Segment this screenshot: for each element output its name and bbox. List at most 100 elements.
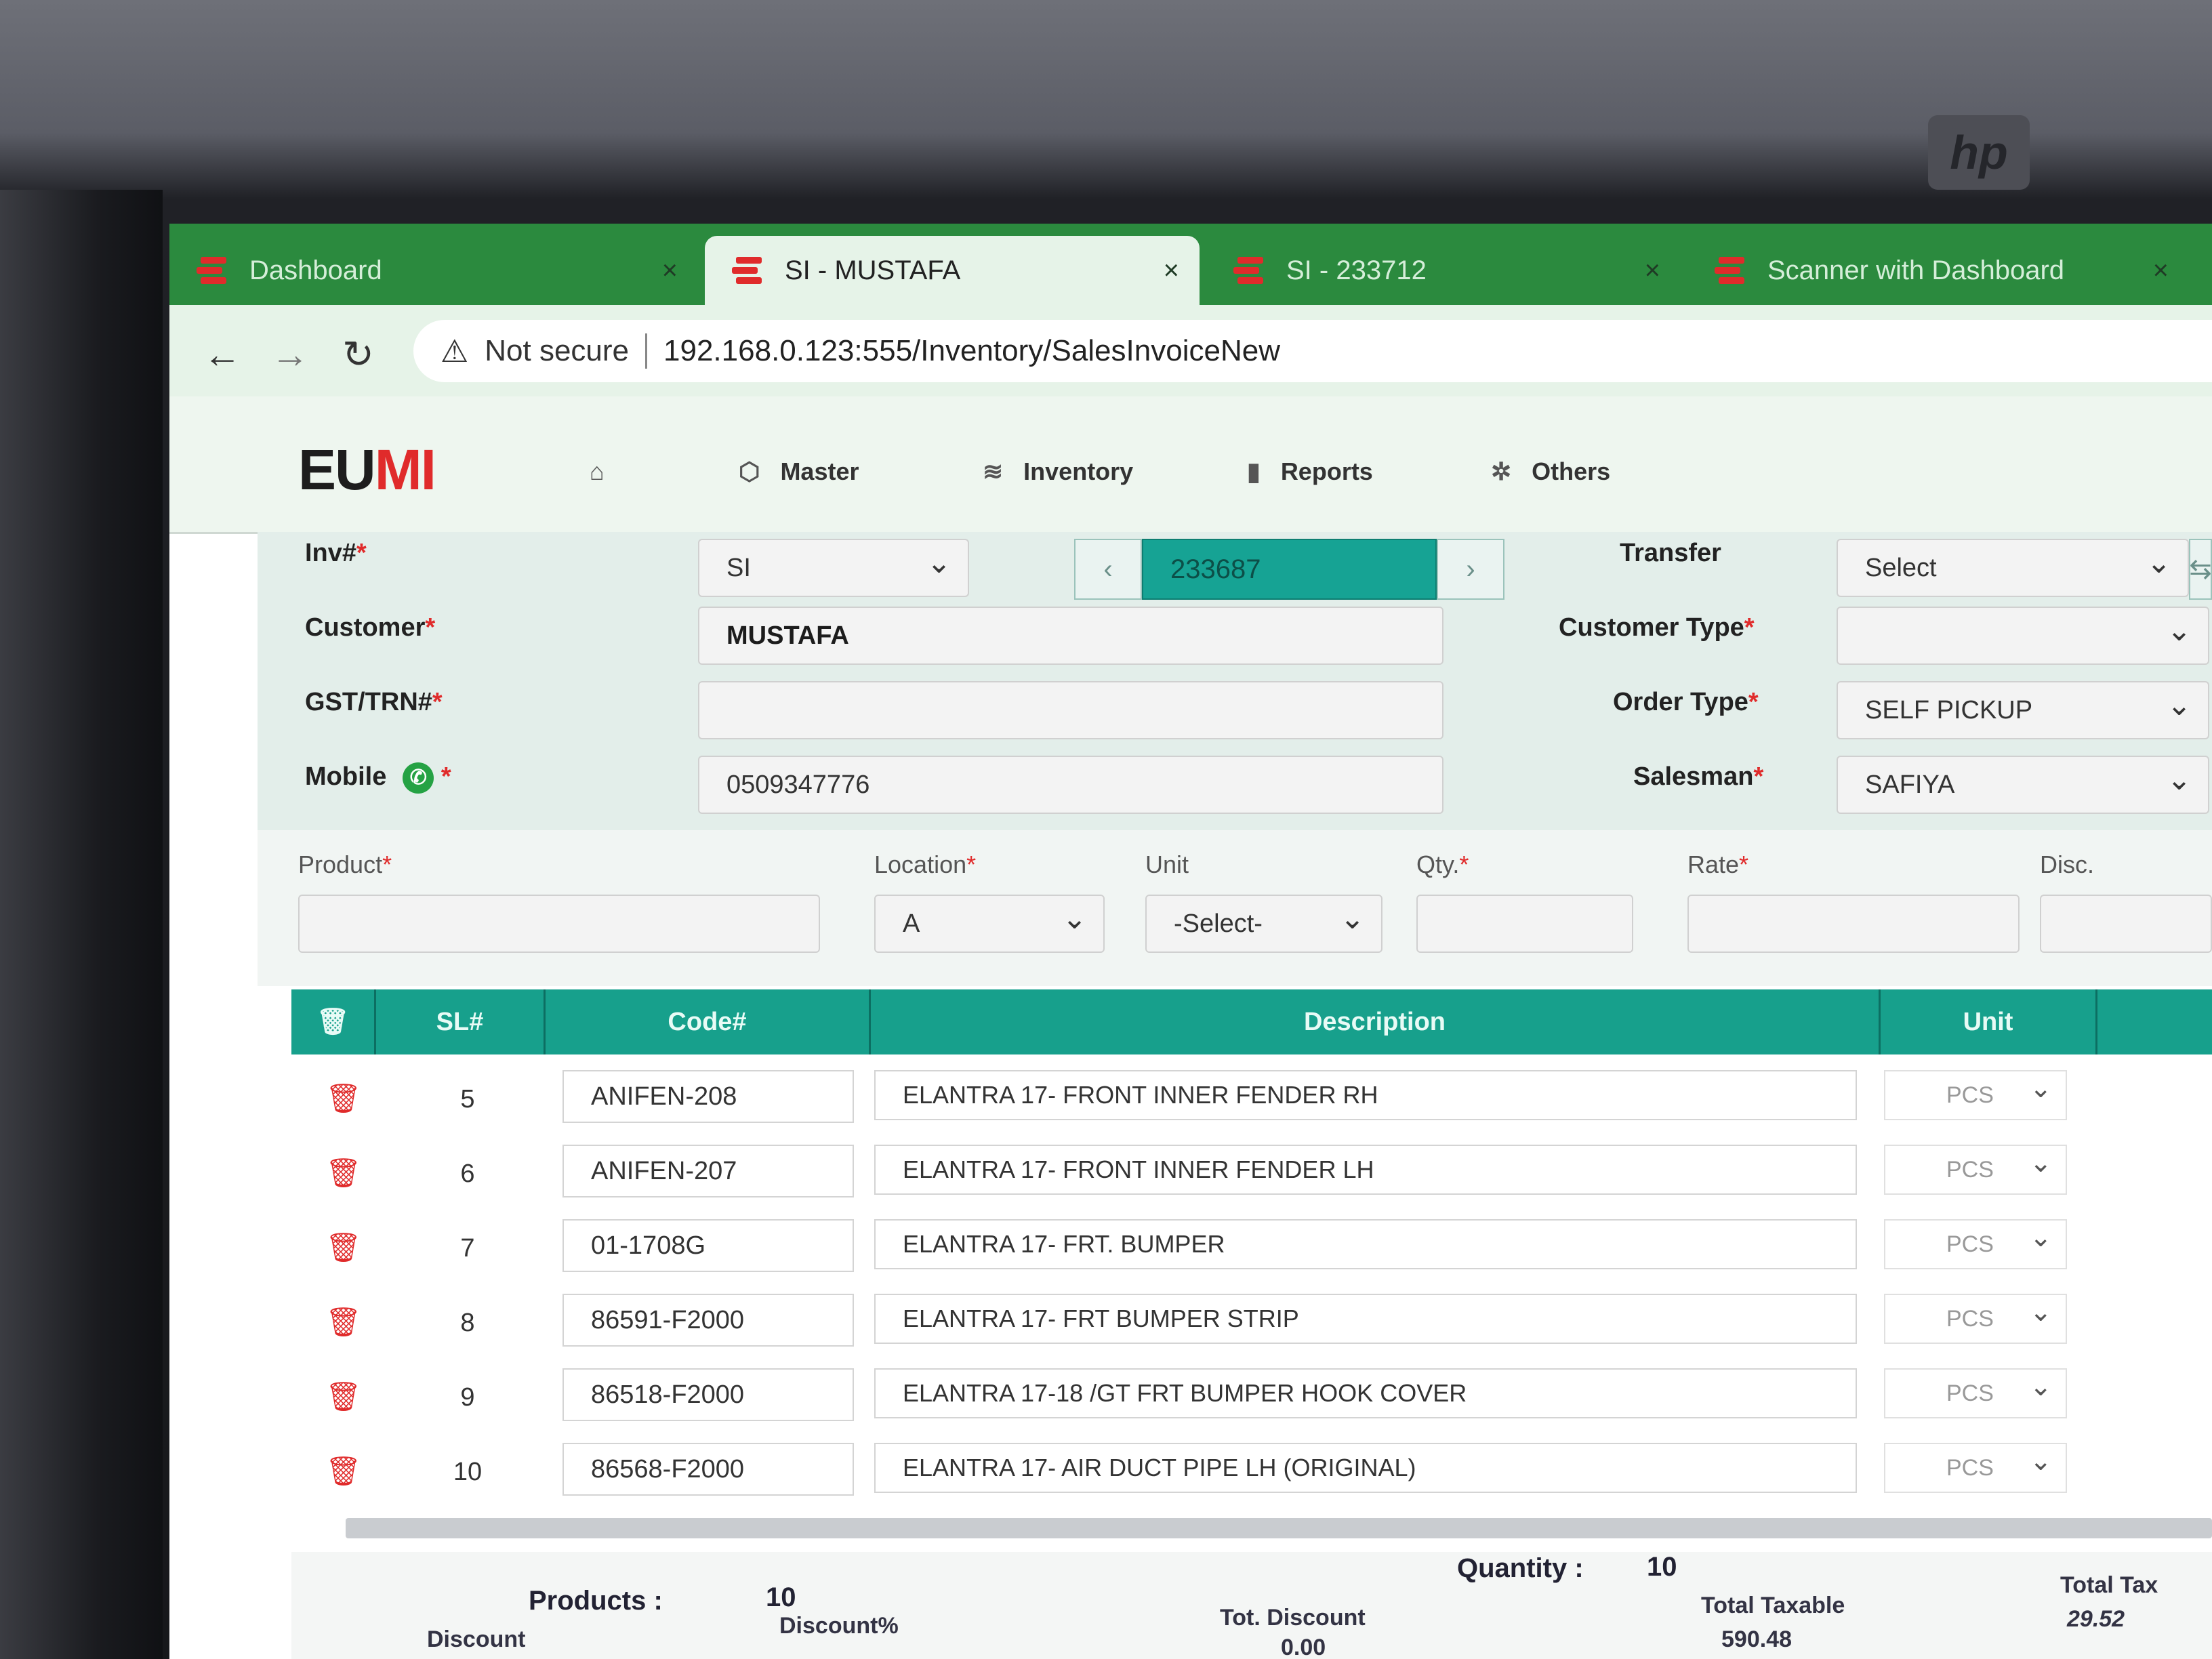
- row-sl: 6: [460, 1160, 475, 1188]
- salesman-select[interactable]: SAFIYA: [1837, 756, 2209, 814]
- security-status: Not secure: [485, 334, 630, 367]
- required-mark: *: [1739, 851, 1749, 878]
- disc-input[interactable]: [2040, 895, 2212, 953]
- row-unit-select[interactable]: PCS: [1884, 1145, 2067, 1195]
- monitor-bezel-left: [0, 190, 163, 1659]
- favicon-icon: [1715, 255, 1748, 285]
- required-mark: *: [432, 688, 443, 716]
- divider: [645, 333, 648, 369]
- close-icon[interactable]: ×: [662, 255, 678, 286]
- close-icon[interactable]: ×: [1645, 255, 1660, 286]
- quantity-label: Quantity :: [1457, 1553, 1584, 1583]
- required-mark: *: [441, 762, 451, 792]
- whatsapp-icon[interactable]: ✆: [403, 762, 434, 794]
- trash-header-icon[interactable]: 🗑: [291, 989, 376, 1054]
- delete-icon[interactable]: 🗑: [325, 1082, 361, 1115]
- delete-icon[interactable]: 🗑: [325, 1306, 361, 1339]
- required-mark: *: [1459, 851, 1469, 878]
- close-icon[interactable]: ×: [1164, 255, 1179, 286]
- invoice-form: Inv#* SI ‹ 233687 › Customer* MUSTAFA GS…: [258, 532, 2212, 830]
- delete-icon[interactable]: 🗑: [325, 1380, 361, 1414]
- favicon-icon: [197, 255, 230, 285]
- required-mark: *: [1753, 762, 1764, 791]
- row-sl: 9: [460, 1383, 475, 1412]
- bar-chart-icon: ▮: [1247, 457, 1261, 485]
- tab-dashboard[interactable]: Dashboard ×: [169, 236, 698, 305]
- row-unit-select[interactable]: PCS: [1884, 1368, 2067, 1418]
- qty-input[interactable]: [1416, 895, 1633, 953]
- menu-reports[interactable]: ▮ Reports: [1247, 457, 1373, 486]
- back-icon[interactable]: ←: [203, 332, 241, 376]
- delete-icon[interactable]: 🗑: [325, 1157, 361, 1190]
- inv-prefix-select[interactable]: SI: [698, 539, 969, 597]
- inv-label: Inv#*: [305, 539, 367, 568]
- close-icon[interactable]: ×: [2153, 255, 2169, 286]
- totals-footer: Products : 10 Quantity : 10 Discount Dis…: [291, 1552, 2212, 1659]
- row-code[interactable]: ANIFEN-208: [562, 1070, 854, 1123]
- row-code[interactable]: 86518-F2000: [562, 1368, 854, 1421]
- table-row: 🗑 5 ANIFEN-208 ELANTRA 17- FRONT INNER F…: [291, 1061, 2212, 1135]
- items-table-header: 🗑 SL# Code# Description Unit: [291, 989, 2212, 1054]
- menu-master[interactable]: ⬡ Master: [739, 457, 859, 486]
- row-description[interactable]: ELANTRA 17- FRONT INNER FENDER LH: [874, 1145, 1857, 1195]
- layers-icon: ≋: [983, 457, 1004, 485]
- total-taxable-value: 590.48: [1721, 1626, 1792, 1652]
- transfer-select[interactable]: Select: [1837, 539, 2189, 597]
- tot-discount-label: Tot. Discount: [1220, 1605, 1366, 1631]
- reload-icon[interactable]: ↻: [342, 332, 374, 377]
- order-type-select[interactable]: SELF PICKUP: [1837, 681, 2209, 739]
- total-tax-value: 29.52: [2067, 1606, 2125, 1632]
- row-unit-select[interactable]: PCS: [1884, 1443, 2067, 1493]
- transfer-swap-icon[interactable]: ⇆: [2189, 539, 2212, 600]
- customer-label: Customer*: [305, 613, 435, 642]
- forward-icon[interactable]: →: [271, 332, 309, 376]
- horizontal-scrollbar[interactable]: [346, 1518, 2212, 1538]
- gst-input[interactable]: [698, 681, 1443, 739]
- delete-icon[interactable]: 🗑: [325, 1231, 361, 1265]
- prev-invoice-button[interactable]: ‹: [1074, 539, 1142, 600]
- row-description[interactable]: ELANTRA 17- FRONT INNER FENDER RH: [874, 1070, 1857, 1120]
- delete-icon[interactable]: 🗑: [325, 1455, 361, 1488]
- row-code[interactable]: 01-1708G: [562, 1219, 854, 1272]
- app-logo[interactable]: EUMI: [298, 437, 436, 503]
- row-unit-select[interactable]: PCS: [1884, 1070, 2067, 1120]
- menu-others[interactable]: ✲ Others: [1491, 457, 1610, 486]
- location-select[interactable]: A: [874, 895, 1105, 953]
- label-text: Order Type: [1613, 688, 1748, 716]
- row-description[interactable]: ELANTRA 17- AIR DUCT PIPE LH (ORIGINAL): [874, 1443, 1857, 1493]
- rate-input[interactable]: [1687, 895, 2020, 953]
- menu-inventory[interactable]: ≋ Inventory: [983, 457, 1133, 486]
- mobile-input[interactable]: 0509347776: [698, 756, 1443, 814]
- menu-home[interactable]: ⌂: [590, 457, 625, 486]
- tab-si-233712[interactable]: SI - 233712 ×: [1206, 236, 1681, 305]
- next-invoice-button[interactable]: ›: [1437, 539, 1504, 600]
- products-count: 10: [766, 1582, 796, 1612]
- invoice-number-input[interactable]: 233687: [1142, 539, 1437, 600]
- tab-label: Scanner with Dashboard: [1767, 255, 2065, 285]
- tab-scanner-dashboard[interactable]: Scanner with Dashboard ×: [1687, 236, 2189, 305]
- tab-si-mustafa[interactable]: SI - MUSTAFA ×: [705, 236, 1200, 305]
- customer-input[interactable]: MUSTAFA: [698, 607, 1443, 665]
- tot-discount-value: 0.00: [1281, 1635, 1326, 1659]
- browser-window: Dashboard × SI - MUSTAFA × SI - 233712 ×…: [169, 224, 2212, 1659]
- customer-type-label: Customer Type*: [1559, 613, 1755, 642]
- row-description[interactable]: ELANTRA 17- FRT BUMPER STRIP: [874, 1294, 1857, 1344]
- table-row: 🗑 7 01-1708G ELANTRA 17- FRT. BUMPER PCS: [291, 1210, 2212, 1284]
- app-header: EUMI ⌂ ⬡ Master ≋ Inventory ▮ Reports ✲ Othe…: [169, 396, 2212, 534]
- row-unit-select[interactable]: PCS: [1884, 1294, 2067, 1344]
- customer-type-select[interactable]: [1837, 607, 2209, 665]
- url-field[interactable]: ⚠ Not secure 192.168.0.123:555/Inventory…: [413, 320, 2212, 382]
- table-row: 🗑 6 ANIFEN-207 ELANTRA 17- FRONT INNER F…: [291, 1135, 2212, 1210]
- products-label: Products :: [529, 1586, 663, 1616]
- row-unit-select[interactable]: PCS: [1884, 1219, 2067, 1269]
- row-code[interactable]: 86568-F2000: [562, 1443, 854, 1496]
- unit-select[interactable]: -Select-: [1145, 895, 1382, 953]
- tab-label: SI - 233712: [1286, 255, 1427, 285]
- product-input[interactable]: [298, 895, 820, 953]
- row-code[interactable]: ANIFEN-207: [562, 1145, 854, 1197]
- box-icon: ⬡: [739, 457, 760, 485]
- row-description[interactable]: ELANTRA 17-18 /GT FRT BUMPER HOOK COVER: [874, 1368, 1857, 1418]
- row-description[interactable]: ELANTRA 17- FRT. BUMPER: [874, 1219, 1857, 1269]
- logo-part-accent: MI: [374, 438, 436, 501]
- row-code[interactable]: 86591-F2000: [562, 1294, 854, 1347]
